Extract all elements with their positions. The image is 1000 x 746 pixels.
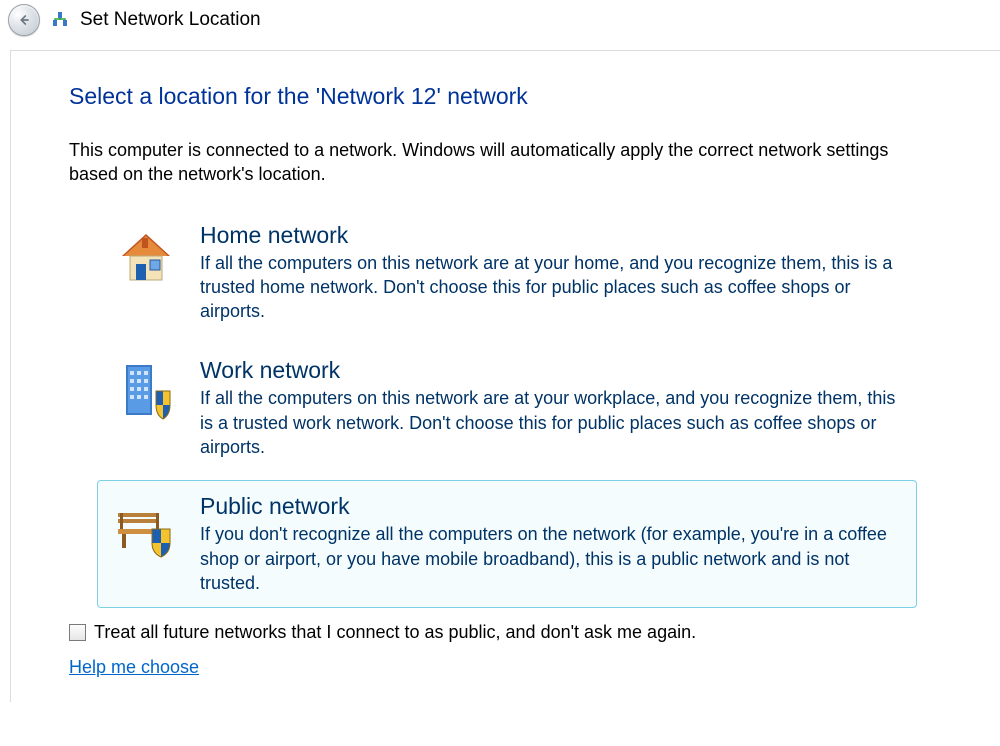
options-list: Home network If all the computers on thi…: [97, 209, 917, 609]
titlebar: Set Network Location: [0, 0, 1000, 50]
option-work[interactable]: Work network If all the computers on thi…: [97, 344, 917, 472]
option-public-body: Public network If you don't recognize al…: [200, 493, 902, 595]
back-button[interactable]: [8, 4, 40, 36]
option-work-desc: If all the computers on this network are…: [200, 386, 902, 459]
house-icon: [112, 222, 180, 290]
wizard-panel: Select a location for the 'Network 12' n…: [10, 50, 1000, 702]
help-link[interactable]: Help me choose: [69, 657, 199, 678]
option-home-body: Home network If all the computers on thi…: [200, 222, 902, 324]
intro-text: This computer is connected to a network.…: [69, 138, 889, 187]
option-public-title: Public network: [200, 493, 902, 520]
option-home-desc: If all the computers on this network are…: [200, 251, 902, 324]
window-title: Set Network Location: [80, 9, 261, 31]
treat-future-checkbox[interactable]: [69, 624, 86, 641]
network-location-icon: [50, 10, 70, 31]
option-home[interactable]: Home network If all the computers on thi…: [97, 209, 917, 337]
office-shield-icon: [112, 357, 180, 425]
option-home-title: Home network: [200, 222, 902, 249]
option-public-desc: If you don't recognize all the computers…: [200, 522, 902, 595]
option-work-title: Work network: [200, 357, 902, 384]
option-work-body: Work network If all the computers on thi…: [200, 357, 902, 459]
option-public[interactable]: Public network If you don't recognize al…: [97, 480, 917, 608]
page-heading: Select a location for the 'Network 12' n…: [69, 83, 948, 110]
treat-future-label: Treat all future networks that I connect…: [94, 622, 696, 643]
treat-future-row[interactable]: Treat all future networks that I connect…: [69, 622, 948, 643]
bench-shield-icon: [112, 493, 180, 561]
arrow-left-icon: [16, 12, 32, 28]
